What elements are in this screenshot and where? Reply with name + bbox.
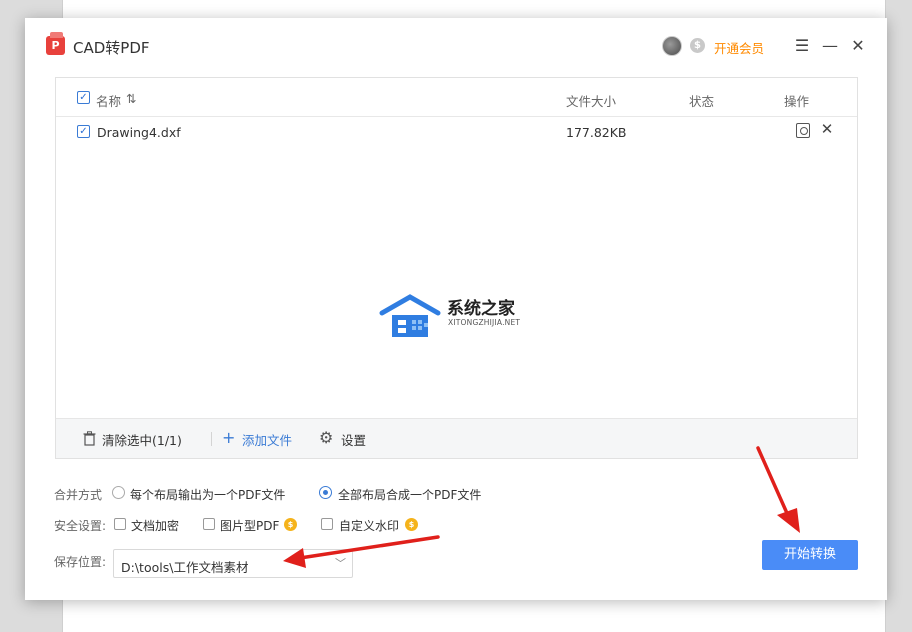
merge-all-radio[interactable] [319, 486, 332, 499]
image-pdf-label[interactable]: 图片型PDF [220, 517, 279, 534]
sort-icon[interactable]: ⇅ [126, 91, 136, 106]
watermark-subtitle: XITONGZHIJIA.NET [448, 318, 521, 327]
app-title: CAD转PDF [73, 39, 150, 57]
merge-label: 合并方式 [54, 488, 103, 502]
table-row[interactable]: ✓ Drawing4.dxf 177.82KB ✕ [56, 118, 857, 146]
title-bar: P CAD转PDF $ 开通会员 ☰ — ✕ [25, 18, 887, 74]
file-size: 177.82KB [566, 125, 627, 140]
menu-icon[interactable]: ☰ [792, 36, 812, 56]
table-header: ✓ 名称 ⇅ 文件大小 状态 操作 [56, 78, 857, 117]
clear-selected-button[interactable]: 清除选中(1/1) [102, 430, 182, 449]
minimize-icon[interactable]: — [820, 36, 840, 56]
plus-icon[interactable]: + [222, 428, 235, 447]
app-window: P CAD转PDF $ 开通会员 ☰ — ✕ ✓ 名称 ⇅ 文件大小 状态 操作… [25, 18, 887, 600]
encrypt-label[interactable]: 文档加密 [131, 517, 179, 534]
preview-icon[interactable] [796, 123, 810, 138]
vip-link[interactable]: 开通会员 [714, 38, 764, 57]
file-name: Drawing4.dxf [97, 125, 181, 140]
house-logo-icon [379, 294, 441, 337]
watermark-label[interactable]: 自定义水印 [339, 517, 399, 534]
toolbar-divider [211, 432, 212, 446]
header-action: 操作 [784, 94, 810, 109]
remove-file-icon[interactable]: ✕ [819, 121, 835, 137]
save-path-select[interactable]: D:\tools\工作文档素材 ﹀ [113, 549, 353, 578]
header-status: 状态 [689, 94, 715, 109]
encrypt-checkbox[interactable] [114, 518, 126, 530]
trash-icon[interactable] [83, 431, 96, 446]
app-logo-icon: P [46, 32, 65, 55]
site-watermark: 系统之家 XITONGZHIJIA.NET [378, 291, 538, 351]
settings-button[interactable]: 设置 [341, 430, 366, 449]
file-list-panel: ✓ 名称 ⇅ 文件大小 状态 操作 ✓ Drawing4.dxf 177.82K… [55, 77, 858, 459]
add-file-button[interactable]: 添加文件 [242, 430, 292, 449]
merge-all-label[interactable]: 全部布局合成一个PDF文件 [338, 486, 481, 503]
header-size: 文件大小 [566, 94, 617, 109]
merge-each-radio[interactable] [112, 486, 125, 499]
save-location-label: 保存位置: [54, 555, 107, 569]
file-toolbar: 清除选中(1/1) + 添加文件 ⚙ 设置 [56, 418, 857, 458]
watermark-title: 系统之家 [447, 299, 515, 319]
select-all-checkbox[interactable]: ✓ [77, 91, 90, 104]
row-checkbox[interactable]: ✓ [77, 125, 90, 138]
watermark-checkbox[interactable] [321, 518, 333, 530]
security-label: 安全设置: [54, 519, 107, 533]
close-window-icon[interactable]: ✕ [848, 36, 868, 56]
gear-icon[interactable]: ⚙ [319, 428, 333, 447]
user-avatar[interactable] [662, 36, 682, 56]
merge-each-label[interactable]: 每个布局输出为一个PDF文件 [130, 486, 285, 503]
save-path-value: D:\tools\工作文档素材 [121, 560, 249, 575]
coin-icon: $ [405, 518, 418, 531]
vip-icon[interactable]: $ [690, 38, 705, 53]
coin-icon: $ [284, 518, 297, 531]
image-pdf-checkbox[interactable] [203, 518, 215, 530]
chevron-down-icon[interactable]: ﹀ [335, 555, 346, 571]
start-convert-button[interactable]: 开始转换 [762, 540, 858, 570]
header-name[interactable]: 名称 [96, 91, 121, 110]
